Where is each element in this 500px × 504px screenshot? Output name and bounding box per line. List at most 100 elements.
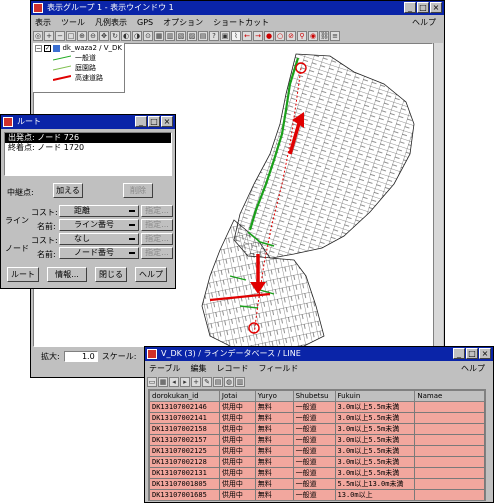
expand-icon[interactable]: − (35, 44, 42, 52)
db-close-icon[interactable]: × (479, 348, 491, 359)
menu-options[interactable]: オプション (163, 17, 203, 28)
db-title-bar[interactable]: V_DK (3) / ラインデータベース / LINE _ □ × (145, 347, 493, 361)
zoom-next-icon[interactable]: ◑ (132, 31, 142, 41)
table-cell[interactable]: DK13107002157 (149, 434, 220, 446)
route-icon[interactable]: ⌇ (231, 31, 241, 41)
globe-icon[interactable]: ◎ (33, 31, 43, 41)
db-minimize-icon[interactable]: _ (453, 348, 465, 359)
db-maximize-icon[interactable]: □ (466, 348, 478, 359)
select-icon[interactable]: ▧ (176, 31, 186, 41)
table-cell[interactable]: 一般道 (292, 423, 336, 435)
table-cell[interactable]: 一般道 (292, 412, 336, 424)
table-cell[interactable]: 3.0m以上5.5m未満 (334, 456, 416, 468)
table-cell[interactable]: 供用中 (218, 456, 256, 468)
records-grid[interactable]: dorokukan_id Jotai Yuryo Shubetsu Fukuin… (148, 389, 486, 501)
table-cell[interactable]: 供用中 (218, 412, 256, 424)
stop-icon[interactable]: ⊘ (286, 31, 296, 41)
table-view-icon[interactable]: ▦ (158, 377, 168, 387)
help-button[interactable]: ヘルプ (135, 267, 167, 282)
table-cell[interactable]: 一般道 (292, 434, 336, 446)
table-row[interactable]: DK13107001685 供用中 無料 一般道 13.0m以上 (149, 489, 485, 500)
table-cell[interactable] (414, 401, 485, 413)
chart-icon[interactable]: ▥ (235, 377, 245, 387)
line-cost-select[interactable]: 距離 (59, 205, 139, 217)
zoom-prev-icon[interactable]: ◐ (121, 31, 131, 41)
scale-icon[interactable]: ▥ (165, 31, 175, 41)
db-menu-field[interactable]: フィールド (259, 363, 299, 374)
search-icon[interactable]: ⚲ (297, 31, 307, 41)
menu-gps[interactable]: GPS (137, 18, 153, 27)
maximize-icon[interactable]: □ (417, 2, 429, 13)
route-button[interactable]: ルート (7, 267, 39, 282)
table-cell[interactable]: DK13107002128 (149, 456, 220, 468)
table-cell[interactable]: 無料 (254, 401, 294, 413)
table-cell[interactable]: DK13107002125 (149, 445, 220, 457)
table-cell[interactable]: 供用中 (218, 467, 256, 479)
globe-icon[interactable]: ◍ (224, 377, 234, 387)
table-cell[interactable]: 3.0m以上5.5m未満 (334, 423, 416, 435)
table-row[interactable]: DK13107002131 供用中 無料 一般道 3.0m以上5.5m未満 (149, 467, 485, 479)
table-row[interactable]: DK13107002128 供用中 無料 一般道 3.0m以上5.5m未満 (149, 456, 485, 468)
zoom-in-icon[interactable]: + (44, 31, 54, 41)
table-cell[interactable] (414, 423, 485, 435)
table-row[interactable]: DK13107002146 供用中 無料 一般道 3.0m以上5.5m未満 (149, 401, 485, 413)
table-cell[interactable]: 供用中 (219, 501, 255, 502)
table-cell[interactable]: 一般道 (292, 478, 336, 490)
delete-button[interactable]: 削除 (123, 183, 153, 198)
table-cell[interactable] (414, 445, 485, 457)
column-header[interactable]: Jotai (218, 390, 256, 402)
route-start-item[interactable]: 出発点: ノード 726 (5, 133, 171, 143)
table-cell[interactable]: 供用中 (218, 434, 256, 446)
table-cell[interactable]: DK13107001685 (149, 489, 220, 500)
print-icon[interactable]: ▣ (220, 31, 230, 41)
table-cell[interactable]: 一般道 (292, 445, 336, 457)
table-row[interactable]: DK13107002125 供用中 無料 一般道 3.0m以上5.5m未満 (149, 445, 485, 457)
line-name-specify-button[interactable]: 指定... (141, 219, 173, 231)
edit-icon[interactable]: ✎ (202, 377, 212, 387)
table-cell[interactable]: 無料 (254, 478, 294, 490)
new-record-icon[interactable]: + (191, 377, 201, 387)
column-header[interactable]: Yuryo (254, 390, 294, 402)
menu-legend[interactable]: 凡例表示 (95, 17, 127, 28)
query-icon[interactable]: ? (209, 31, 219, 41)
center-icon[interactable]: ⊙ (143, 31, 153, 41)
table-cell[interactable] (414, 412, 485, 424)
column-header[interactable]: Fukuin (334, 390, 416, 402)
table-cell[interactable]: DK13107001805 (149, 478, 220, 490)
table-cell[interactable]: DK13107002131 (149, 467, 220, 479)
table-cell[interactable]: 供用中 (218, 445, 256, 457)
link-icon[interactable]: ⛓ (319, 31, 329, 41)
route-list[interactable]: 出発点: ノード 726 終着点: ノード 1720 (4, 132, 172, 176)
node-cost-specify-button[interactable]: 指定... (141, 233, 173, 245)
close-button[interactable]: 閉じる (95, 267, 127, 282)
main-title-bar[interactable]: 表示グループ 1 - 表示ウインドウ 1 _ □ × (31, 1, 444, 15)
measure-icon[interactable]: ▨ (187, 31, 197, 41)
table-cell[interactable]: 3.0m以上5.5m未満 (334, 467, 416, 479)
route-minimize-icon[interactable]: _ (135, 116, 147, 127)
grid-icon[interactable]: ▤ (213, 377, 223, 387)
close-icon[interactable]: × (430, 2, 442, 13)
column-header[interactable]: Shubetsu (292, 390, 336, 402)
route-end-item[interactable]: 終着点: ノード 1720 (5, 143, 171, 153)
pan-icon[interactable]: ✥ (99, 31, 109, 41)
table-cell[interactable] (414, 456, 485, 468)
table-cell[interactable]: 供用中 (218, 489, 256, 500)
arrow-right-icon[interactable]: → (253, 31, 263, 41)
table-cell[interactable]: 無料 (254, 489, 294, 500)
table-cell[interactable]: 無料 (254, 412, 294, 424)
table-row[interactable]: DK13107002157 供用中 無料 一般道 3.0m以上5.5m未満 (149, 434, 485, 446)
redraw-icon[interactable]: ↻ (110, 31, 120, 41)
table-cell[interactable]: 無料 (254, 467, 294, 479)
table-cell[interactable]: 供用中 (218, 423, 256, 435)
route-title-bar[interactable]: ルート _ □ × (1, 115, 175, 129)
minimize-icon[interactable]: _ (404, 2, 416, 13)
table-cell[interactable]: 3.0m以上5.5m未満 (334, 445, 416, 457)
table-cell[interactable]: 13.0m以上 (335, 501, 415, 502)
node-name-select[interactable]: ノード番号 (59, 247, 139, 259)
db-menu-table[interactable]: テーブル (149, 363, 181, 374)
table-cell[interactable]: DK13107002141 (149, 412, 220, 424)
table-cell[interactable]: 無料 (255, 501, 293, 502)
single-record-icon[interactable]: ▭ (147, 377, 157, 387)
table-cell[interactable]: 無料 (254, 423, 294, 435)
table-cell[interactable]: 3.0m以上5.5m未満 (334, 412, 416, 424)
